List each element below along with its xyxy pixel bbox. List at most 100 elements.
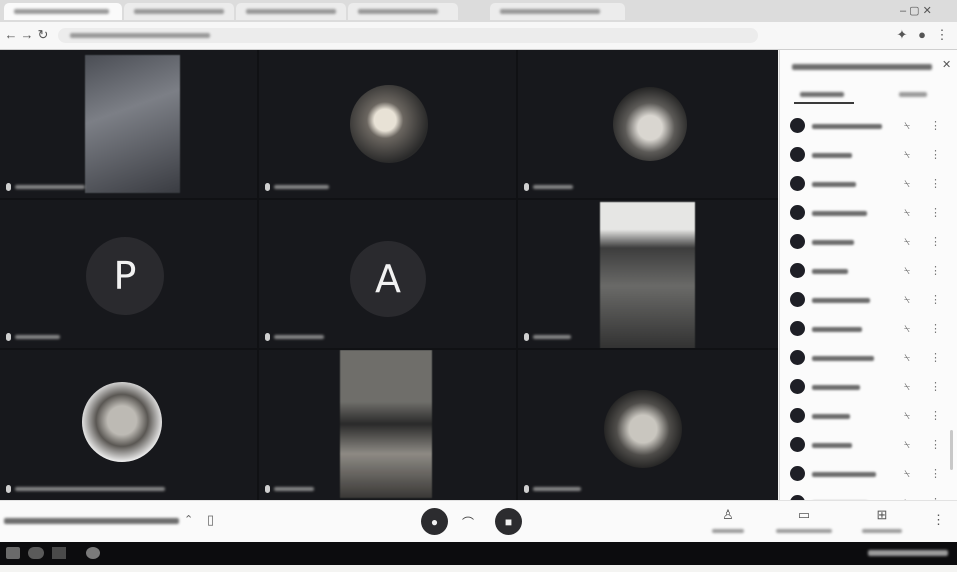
participant-list-item[interactable]: ⍀⋮ [780,170,957,199]
mic-icon [524,183,529,191]
mic-icon [6,485,11,493]
participant-list-item[interactable]: ⍀⋮ [780,489,957,500]
tab-chat[interactable] [895,88,935,102]
person-avatar-icon [790,350,805,365]
video-tile[interactable]: P [0,200,257,348]
more-vertical-icon[interactable]: ⋮ [930,177,941,190]
mic-icon [6,183,11,191]
more-vertical-icon[interactable]: ⋮ [930,380,941,393]
mic-icon [265,485,270,493]
browser-address-bar: ← → ↻ ✦ ● ⋮ [0,22,957,50]
browser-tab[interactable] [236,3,346,20]
video-tile[interactable]: A [259,200,516,348]
participant-name [812,153,852,158]
more-vertical-icon[interactable]: ⋮ [930,293,941,306]
participant-list-item[interactable]: ⍀⋮ [780,286,957,315]
video-tile[interactable] [259,350,516,500]
browser-tab[interactable] [124,3,234,20]
more-vertical-icon[interactable]: ⋮ [930,351,941,364]
more-vertical-icon[interactable]: ⋮ [930,235,941,248]
person-avatar-icon [790,176,805,191]
participant-list-item[interactable]: ⍀⋮ [780,460,957,489]
close-icon[interactable]: ✕ [942,58,951,71]
participant-list-item[interactable]: ⍀⋮ [780,402,957,431]
participant-list-item[interactable]: ⍀⋮ [780,199,957,228]
video-tile[interactable] [518,50,778,198]
mic-off-icon: ⍀ [904,121,910,132]
person-avatar-icon [790,263,805,278]
participant-list-item[interactable]: ⍀⋮ [780,373,957,402]
mic-off-icon: ⍀ [904,208,910,219]
participant-name [812,356,874,361]
participant-name [812,472,876,477]
more-vertical-icon[interactable]: ⋮ [930,438,941,451]
video-tile[interactable] [259,50,516,198]
search-icon[interactable] [28,547,44,559]
reload-icon[interactable]: ↻ [36,27,50,43]
video-tile[interactable] [518,350,778,500]
camera-toggle-button[interactable]: ■ [495,508,522,535]
tab-people[interactable] [794,88,854,104]
chevron-up-icon[interactable]: ⌃ [184,513,193,526]
participant-avatar [613,87,687,161]
system-tray [868,550,948,556]
more-vertical-icon[interactable]: ⋮ [930,409,941,422]
end-call-button[interactable]: ⌒ [462,514,474,531]
start-icon[interactable] [6,547,20,559]
participant-list-item[interactable]: ⍀⋮ [780,112,957,141]
more-vertical-icon[interactable]: ⋮ [930,119,941,132]
camera-off-icon: ■ [504,514,513,529]
window-controls-icon[interactable]: – ▢ ✕ [900,4,932,17]
participant-list-item[interactable]: ⍀⋮ [780,344,957,373]
participant-list-item[interactable]: ⍀⋮ [780,431,957,460]
video-grid: P A [0,50,778,500]
person-avatar-icon [790,466,805,481]
participant-list: ⍀⋮⍀⋮⍀⋮⍀⋮⍀⋮⍀⋮⍀⋮⍀⋮⍀⋮⍀⋮⍀⋮⍀⋮⍀⋮⍀⋮ [780,112,957,500]
more-vertical-icon[interactable]: ⋮ [930,467,941,480]
extension-icon[interactable]: ✦ [895,27,909,43]
chat-button[interactable]: ▭ [772,507,836,537]
url-input[interactable] [58,28,758,43]
video-tile[interactable] [0,50,257,198]
people-button[interactable]: ♙ [706,507,750,537]
browser-tab-strip: – ▢ ✕ [0,0,957,22]
more-vertical-icon[interactable]: ⋮ [930,206,941,219]
mic-toggle-button[interactable]: ● [421,508,448,535]
mic-off-icon: ⍀ [904,469,910,480]
participant-list-item[interactable]: ⍀⋮ [780,315,957,344]
forward-icon[interactable]: → [20,27,34,42]
phone-hangup-icon: ⌒ [462,516,475,530]
panel-title [792,64,932,70]
profile-icon[interactable]: ● [915,27,929,42]
more-vertical-icon[interactable]: ⋮ [932,512,945,528]
activities-button[interactable]: ⊞ [858,507,906,537]
participant-list-item[interactable]: ⍀⋮ [780,228,957,257]
participant-list-item[interactable]: ⍀⋮ [780,141,957,170]
browser-tab[interactable] [348,3,458,20]
browser-tab[interactable] [490,3,625,20]
mic-off-icon: ⍀ [904,237,910,248]
participant-name-tag [524,485,581,493]
mic-icon [265,183,270,191]
participant-avatar [82,382,162,462]
participant-name [812,443,852,448]
more-vertical-icon[interactable]: ⋮ [930,264,941,277]
more-vertical-icon[interactable]: ⋮ [930,148,941,161]
back-icon[interactable]: ← [4,27,18,42]
browser-taskbar-icon[interactable] [86,547,100,559]
participant-name-tag [265,183,329,191]
browser-menu-icon[interactable]: ⋮ [935,27,949,43]
mic-off-icon: ⍀ [904,411,910,422]
participant-list-item[interactable]: ⍀⋮ [780,257,957,286]
mic-off-icon: ⍀ [904,150,910,161]
scrollbar[interactable] [950,430,953,470]
more-vertical-icon[interactable]: ⋮ [930,322,941,335]
browser-tab[interactable] [4,3,122,20]
os-taskbar [0,542,957,565]
copy-link-icon[interactable]: ▯ [207,512,214,528]
task-view-icon[interactable] [52,547,66,559]
participant-name-tag [524,183,573,191]
video-tile[interactable] [0,350,257,500]
person-avatar-icon [790,437,805,452]
video-tile[interactable] [518,200,778,348]
